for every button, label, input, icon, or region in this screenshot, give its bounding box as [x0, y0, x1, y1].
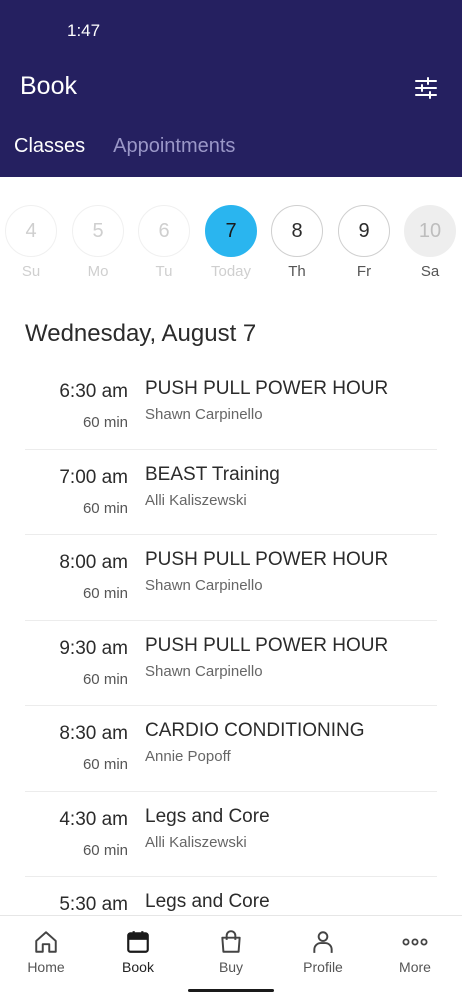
- day-number: 7: [205, 205, 257, 257]
- day-label: Sa: [420, 263, 440, 280]
- class-duration: 60 min: [82, 585, 128, 602]
- class-duration: 60 min: [82, 499, 128, 517]
- page-title: Book: [20, 72, 77, 100]
- day-6[interactable]: 6 Tu: [138, 205, 190, 280]
- class-time: 9:30 am: [59, 637, 128, 659]
- class-row[interactable]: 9:30 am 60 min PUSH PULL POWER HOUR Shaw…: [25, 621, 437, 706]
- nav-book[interactable]: Book: [92, 926, 184, 975]
- more-dots-icon: [402, 938, 428, 946]
- class-name: CARDIO CONDITIONING: [145, 720, 365, 741]
- tab-appointments[interactable]: Appointments: [113, 135, 235, 158]
- day-number: 6: [138, 205, 190, 257]
- class-time: 5:30 am: [59, 894, 128, 915]
- class-instructor: Alli Kaliszewski: [145, 491, 247, 509]
- day-label: Tu: [155, 263, 173, 280]
- nav-label: Profile: [303, 959, 343, 975]
- day-label: Today: [210, 263, 252, 280]
- class-time: 7:00 am: [59, 466, 128, 488]
- class-instructor: Shawn Carpinello: [145, 662, 263, 680]
- class-instructor: Annie Popoff: [145, 748, 231, 765]
- class-time: 8:00 am: [59, 552, 128, 573]
- bottom-nav: Home Book Buy Profile More: [0, 915, 462, 1000]
- nav-label: Book: [122, 959, 154, 975]
- class-row[interactable]: 8:30 am 60 min CARDIO CONDITIONING Annie…: [25, 706, 437, 792]
- day-5[interactable]: 5 Mo: [72, 205, 124, 280]
- class-name: BEAST Training: [145, 463, 280, 485]
- person-icon: [313, 931, 333, 953]
- filter-button[interactable]: [410, 72, 442, 104]
- app-header: 1:47 Book Classes Appointments: [0, 0, 462, 177]
- nav-buy[interactable]: Buy: [185, 926, 277, 975]
- class-duration: 60 min: [82, 670, 128, 688]
- class-name: PUSH PULL POWER HOUR: [145, 549, 389, 570]
- class-time: 6:30 am: [59, 381, 128, 402]
- week-day-selector: 4 Su 5 Mo 6 Tu 7 Today 8 Th 9 Fr 10 Sa: [0, 205, 462, 285]
- nav-home[interactable]: Home: [0, 926, 92, 975]
- calendar-icon: [127, 931, 149, 953]
- class-row[interactable]: 8:00 am 60 min PUSH PULL POWER HOUR Shaw…: [25, 535, 437, 621]
- day-label: Mo: [87, 263, 109, 280]
- home-icon: [35, 931, 57, 953]
- class-name: PUSH PULL POWER HOUR: [145, 378, 389, 399]
- day-number: 4: [5, 205, 57, 257]
- nav-more[interactable]: More: [369, 926, 461, 975]
- class-duration: 60 min: [82, 756, 128, 773]
- day-number: 8: [271, 205, 323, 257]
- class-duration: 60 min: [82, 841, 128, 859]
- home-indicator: [188, 989, 274, 992]
- class-name: PUSH PULL POWER HOUR: [145, 634, 389, 656]
- date-heading: Wednesday, August 7: [25, 320, 257, 347]
- class-list: 6:30 am 60 min PUSH PULL POWER HOUR Shaw…: [25, 364, 437, 963]
- class-instructor: Shawn Carpinello: [145, 406, 263, 423]
- nav-label: Buy: [218, 959, 244, 975]
- day-label: Th: [288, 263, 306, 280]
- day-number: 9: [338, 205, 390, 257]
- class-instructor: Alli Kaliszewski: [145, 833, 247, 851]
- nav-label: Home: [27, 959, 65, 975]
- day-7-today[interactable]: 7 Today: [205, 205, 257, 280]
- tab-classes[interactable]: Classes: [14, 135, 85, 158]
- day-number: 10: [404, 205, 456, 257]
- class-row[interactable]: 6:30 am 60 min PUSH PULL POWER HOUR Shaw…: [25, 364, 437, 450]
- class-time: 4:30 am: [59, 808, 128, 830]
- day-number: 5: [72, 205, 124, 257]
- class-duration: 60 min: [82, 414, 128, 431]
- nav-profile[interactable]: Profile: [277, 926, 369, 975]
- class-name: Legs and Core: [145, 805, 270, 827]
- class-row[interactable]: 4:30 am 60 min Legs and Core Alli Kalisz…: [25, 792, 437, 877]
- sliders-icon: [415, 77, 437, 99]
- day-label: Su: [21, 263, 41, 280]
- day-8[interactable]: 8 Th: [271, 205, 323, 280]
- day-9[interactable]: 9 Fr: [338, 205, 390, 280]
- class-name: Legs and Core: [145, 891, 270, 912]
- class-row[interactable]: 7:00 am 60 min BEAST Training Alli Kalis…: [25, 450, 437, 535]
- day-10[interactable]: 10 Sa: [404, 205, 456, 280]
- nav-label: More: [399, 959, 431, 975]
- tab-bar: Classes Appointments: [14, 135, 235, 158]
- day-label: Fr: [356, 263, 372, 280]
- status-bar-time: 1:47: [67, 21, 101, 40]
- class-time: 8:30 am: [59, 723, 128, 744]
- shopping-bag-icon: [221, 930, 241, 953]
- day-4[interactable]: 4 Su: [5, 205, 57, 280]
- class-instructor: Shawn Carpinello: [145, 577, 263, 594]
